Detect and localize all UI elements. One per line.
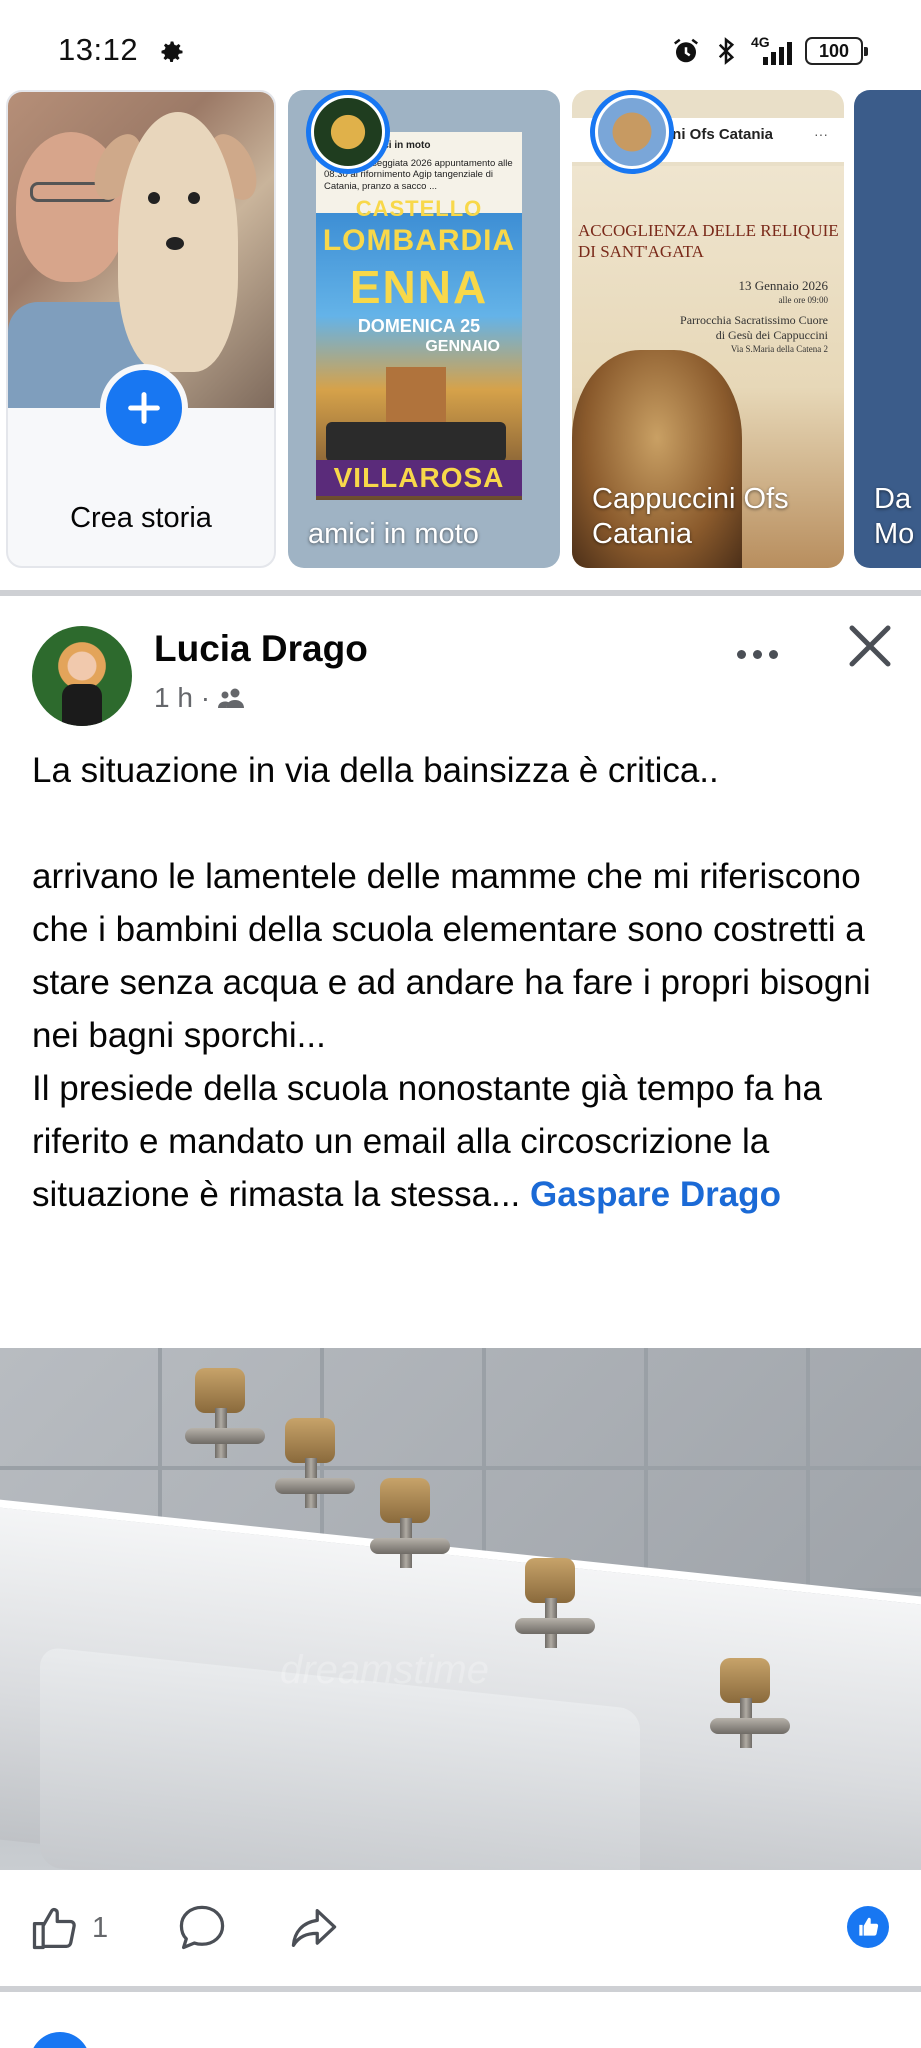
castle-illustration [386, 367, 446, 427]
plus-icon [128, 392, 160, 424]
story-label: amici in moto [308, 518, 479, 551]
poster-line2: LOMBARDIA [322, 224, 516, 257]
poster-place: Parrocchia Sacratissimo Cuore di Gesù de… [680, 312, 828, 343]
status-icons: 4G 100 [671, 34, 868, 68]
poster-details: 13 Gennaio 2026 alle ore 09:00 Parrocchi… [668, 278, 828, 355]
add-story-button[interactable] [100, 364, 188, 452]
more-icon: ··· [814, 126, 828, 142]
create-story-card[interactable]: Crea storia [6, 90, 276, 568]
poster-line1: CASTELLO [355, 196, 483, 221]
story-poster: amici in moto 1°moto passeggiata 2026 ap… [316, 132, 522, 500]
comment-button[interactable] [176, 1902, 228, 1954]
alarm-icon [674, 38, 698, 63]
poster-time: alle ore 09:00 [778, 294, 828, 305]
like-count: 1 [92, 1911, 109, 1944]
story-card-amici-in-moto[interactable]: amici in moto 1°moto passeggiata 2026 ap… [288, 90, 560, 568]
create-story-label: Crea storia [70, 502, 212, 534]
post-time: 1 h · [154, 682, 211, 713]
stories-tray: Crea storia amici in moto 1°moto passegg… [0, 90, 921, 570]
more-options-button[interactable] [730, 634, 784, 674]
bluetooth-icon [718, 37, 735, 65]
poster-line4: DOMENICA 25 [357, 316, 481, 336]
train-illustration [326, 422, 506, 462]
post-meta: 1 h · [154, 682, 246, 714]
post-text-para3: Il presiede della scuola nonostante già … [32, 1062, 902, 1221]
poster-date: 13 Gennaio 2026 [738, 278, 828, 293]
story-card-partial[interactable]: Da Mo [854, 90, 921, 568]
story-avatar [306, 90, 390, 174]
next-post-avatar[interactable] [30, 2032, 90, 2048]
poster-footer: VILLAROSA [316, 460, 522, 496]
share-icon [291, 1909, 337, 1947]
battery-icon: 100 [805, 37, 868, 65]
gear-icon [161, 41, 183, 63]
post-header: Lucia Drago 1 h · [0, 612, 921, 732]
section-divider [0, 590, 921, 596]
photo-watermark: dreamstime [280, 1648, 489, 1692]
post-photo[interactable]: dreamstime [0, 1348, 921, 1870]
status-time: 13:12 [58, 32, 139, 67]
signal-icon: 4G [751, 34, 795, 66]
post-text-line1: La situazione in via della bainsizza è c… [32, 751, 719, 790]
friends-icon [218, 688, 245, 708]
profile-photo [8, 92, 274, 408]
story-card-cappuccini[interactable]: ini Ofs Catania ··· ACCOGLIENZA DELLE RE… [572, 90, 844, 568]
like-button[interactable]: 1 [28, 1902, 108, 1954]
avatar[interactable] [32, 626, 132, 726]
story-avatar [590, 90, 674, 174]
story-header-name: ini Ofs Catania [668, 126, 774, 143]
battery-level: 100 [818, 40, 850, 61]
poster-title: ACCOGLIENZA DELLE RELIQUIE DI SANT'AGATA [578, 221, 839, 262]
post-author[interactable]: Lucia Drago [154, 628, 368, 670]
close-icon[interactable] [842, 618, 898, 674]
post-text-para2: arrivano le lamentele delle mamme che mi… [32, 857, 871, 1055]
post-text: La situazione in via della bainsizza è c… [32, 744, 902, 1221]
comment-icon [179, 1905, 225, 1950]
story-label: Da Mo [874, 483, 915, 551]
section-divider [0, 1986, 921, 1992]
poster-line5: GENNAIO [425, 338, 500, 355]
status-bar: 13:12 4G 100 [0, 0, 921, 92]
share-button[interactable] [288, 1902, 340, 1954]
post-actions: 1 [0, 1876, 921, 1980]
mention-link[interactable]: Gaspare Drago [530, 1175, 781, 1214]
story-label: Cappuccini Ofs Catania [592, 483, 789, 551]
like-reaction-icon[interactable] [847, 1906, 889, 1948]
poster-line3: ENNA [349, 261, 489, 313]
like-icon [32, 1907, 76, 1950]
